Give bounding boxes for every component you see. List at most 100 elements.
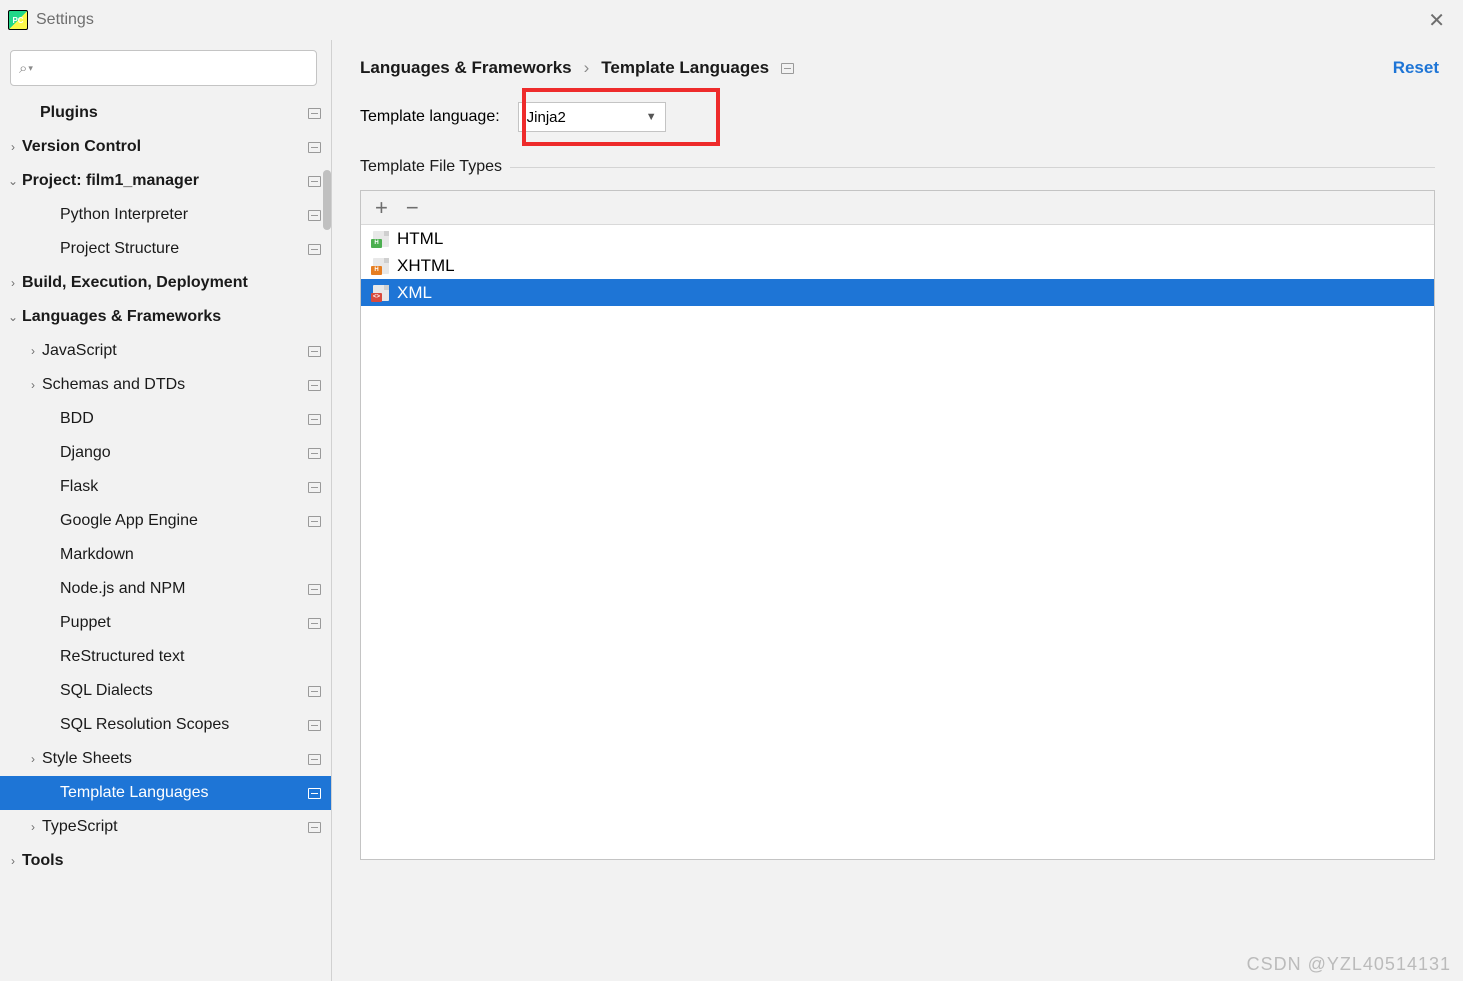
project-scope-icon [308, 142, 321, 153]
filetype-icon: <> [373, 285, 389, 301]
project-scope-icon [308, 108, 321, 119]
tree-item-label: JavaScript [42, 342, 308, 360]
project-scope-icon [781, 63, 794, 74]
search-input[interactable] [37, 60, 308, 77]
tree-item-languages-frameworks[interactable]: ⌄Languages & Frameworks [0, 300, 331, 334]
tree-item-typescript[interactable]: ›TypeScript [0, 810, 331, 844]
tree-item-sql-dialects[interactable]: SQL Dialects [0, 674, 331, 708]
project-scope-icon [308, 244, 321, 255]
tree-item-project-film1-manager[interactable]: ⌄Project: film1_manager [0, 164, 331, 198]
search-row: ⌕ ▾ [0, 40, 331, 92]
tree-item-markdown[interactable]: Markdown [0, 538, 331, 572]
tree-item-puppet[interactable]: Puppet [0, 606, 331, 640]
project-scope-icon [308, 482, 321, 493]
project-scope-icon [308, 380, 321, 391]
filetype-label: XHTML [397, 256, 455, 276]
filetype-item-xml[interactable]: <> XML [361, 279, 1434, 306]
tree-item-version-control[interactable]: ›Version Control [0, 130, 331, 164]
breadcrumb: Languages & Frameworks › Template Langua… [360, 58, 1435, 78]
tree-item-flask[interactable]: Flask [0, 470, 331, 504]
add-button[interactable]: + [375, 197, 388, 219]
tree-item-python-interpreter[interactable]: Python Interpreter [0, 198, 331, 232]
reset-link[interactable]: Reset [1393, 58, 1439, 78]
tree-item-label: Puppet [60, 614, 308, 632]
scrollbar-thumb[interactable] [323, 170, 331, 230]
tree-item-label: Schemas and DTDs [42, 376, 308, 394]
filetype-label: XML [397, 283, 432, 303]
expand-icon: › [4, 140, 22, 154]
project-scope-icon [308, 788, 321, 799]
remove-button[interactable]: − [406, 197, 419, 219]
tree-item-style-sheets[interactable]: ›Style Sheets [0, 742, 331, 776]
filetypes-panel: + − HHTMLHXHTML<>XML [360, 190, 1435, 860]
tree-item-label: BDD [60, 410, 308, 428]
tree-item-javascript[interactable]: ›JavaScript [0, 334, 331, 368]
tree-item-label: SQL Resolution Scopes [60, 716, 308, 734]
tree-item-tools[interactable]: ›Tools [0, 844, 331, 878]
tree-item-sql-resolution-scopes[interactable]: SQL Resolution Scopes [0, 708, 331, 742]
tree-item-label: Django [60, 444, 308, 462]
filetype-icon: H [373, 258, 389, 274]
close-button[interactable]: ✕ [1418, 4, 1455, 37]
tree-item-label: Node.js and NPM [60, 580, 308, 598]
tree-item-label: Build, Execution, Deployment [22, 274, 321, 292]
tree-item-label: SQL Dialects [60, 682, 308, 700]
tree-item-schemas-and-dtds[interactable]: ›Schemas and DTDs [0, 368, 331, 402]
section-label: Template File Types [360, 158, 1435, 176]
tree-item-node-js-and-npm[interactable]: Node.js and NPM [0, 572, 331, 606]
project-scope-icon [308, 822, 321, 833]
search-options-icon: ▾ [28, 63, 33, 74]
tree-item-build-execution-deployment[interactable]: ›Build, Execution, Deployment [0, 266, 331, 300]
filetypes-toolbar: + − [361, 191, 1434, 225]
tree-item-label: Markdown [60, 546, 321, 564]
expand-icon: ⌄ [4, 174, 22, 188]
project-scope-icon [308, 414, 321, 425]
template-language-row: Template language: Jinja2 ▼ [360, 102, 1435, 132]
tree-item-plugins[interactable]: Plugins [0, 96, 331, 130]
titlebar: PC Settings ✕ [0, 0, 1463, 40]
project-scope-icon [308, 686, 321, 697]
tree-item-label: TypeScript [42, 818, 308, 836]
search-icon: ⌕ [19, 60, 27, 77]
tree-item-google-app-engine[interactable]: Google App Engine [0, 504, 331, 538]
watermark: CSDN @YZL40514131 [1247, 954, 1451, 975]
filetype-item-xhtml[interactable]: H XHTML [361, 252, 1434, 279]
template-language-label: Template language: [360, 108, 500, 126]
project-scope-icon [308, 346, 321, 357]
project-scope-icon [308, 720, 321, 731]
expand-icon: › [24, 820, 42, 834]
pycharm-icon: PC [8, 10, 28, 30]
main-area: ⌕ ▾ Plugins›Version Control⌄Project: fil… [0, 40, 1463, 981]
tree-item-label: Flask [60, 478, 308, 496]
tree-item-bdd[interactable]: BDD [0, 402, 331, 436]
project-scope-icon [308, 448, 321, 459]
filetype-icon: H [373, 231, 389, 247]
expand-icon: › [24, 378, 42, 392]
settings-sidebar: ⌕ ▾ Plugins›Version Control⌄Project: fil… [0, 40, 332, 981]
expand-icon: ⌄ [4, 310, 22, 324]
breadcrumb-leaf: Template Languages [601, 58, 769, 78]
project-scope-icon [308, 618, 321, 629]
tree-item-django[interactable]: Django [0, 436, 331, 470]
tree-item-label: Project: film1_manager [22, 172, 308, 190]
project-scope-icon [308, 210, 321, 221]
tree-item-restructured-text[interactable]: ReStructured text [0, 640, 331, 674]
expand-icon: › [4, 276, 22, 290]
breadcrumb-root[interactable]: Languages & Frameworks [360, 58, 572, 78]
filetypes-list: HHTMLHXHTML<>XML [361, 225, 1434, 859]
tree-item-label: ReStructured text [60, 648, 321, 666]
content-panel: Languages & Frameworks › Template Langua… [332, 40, 1463, 981]
divider [510, 167, 1435, 168]
tree-item-label: Version Control [22, 138, 308, 156]
tree-item-project-structure[interactable]: Project Structure [0, 232, 331, 266]
tree-item-template-languages[interactable]: Template Languages [0, 776, 331, 810]
tree-item-label: Plugins [40, 104, 308, 122]
tree-item-label: Python Interpreter [60, 206, 308, 224]
tree-item-label: Template Languages [60, 784, 308, 802]
expand-icon: › [24, 344, 42, 358]
filetype-item-html[interactable]: HHTML [361, 225, 1434, 252]
project-scope-icon [308, 516, 321, 527]
search-box[interactable]: ⌕ ▾ [10, 50, 317, 86]
project-scope-icon [308, 754, 321, 765]
chevron-right-icon: › [584, 58, 590, 78]
